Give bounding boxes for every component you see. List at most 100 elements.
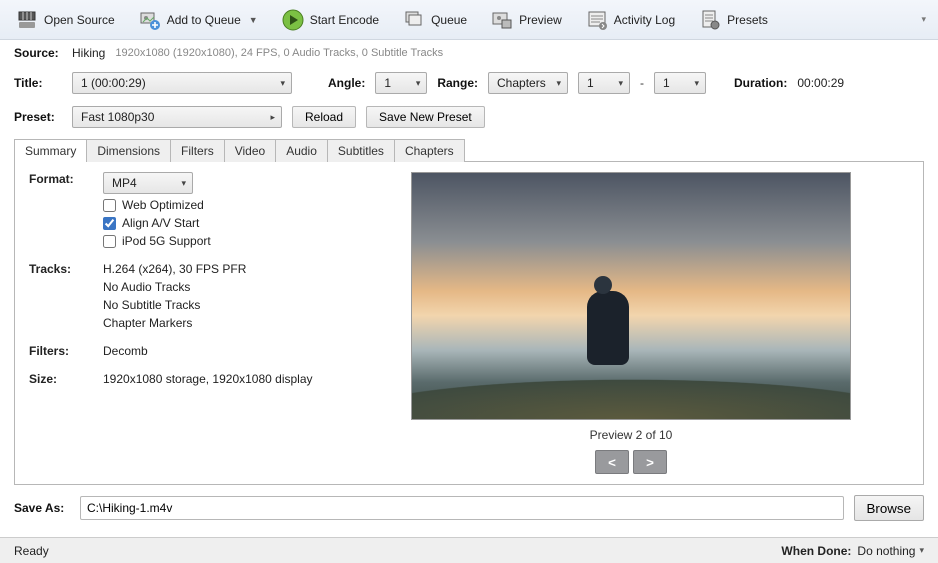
summary-pane: Format: MP4 Web Optimized Align A/V Star… [14,162,924,485]
browse-button[interactable]: Browse [854,495,924,521]
open-source-button[interactable]: Open Source [6,4,125,36]
source-name: Hiking [72,46,105,60]
range-to-value: 1 [663,76,670,90]
presets-icon [699,9,721,31]
tracks-field: Tracks: H.264 (x264), 30 FPS PFR No Audi… [29,262,329,330]
web-optimized-checkbox[interactable] [103,199,116,212]
align-av-checkbox[interactable] [103,217,116,230]
preset-value: Fast 1080p30 [81,110,154,124]
queue-button[interactable]: Queue [393,4,477,36]
range-from-select[interactable]: 1 [578,72,630,94]
start-encode-button[interactable]: Start Encode [272,4,389,36]
tab-dimensions[interactable]: Dimensions [87,139,171,162]
range-from-value: 1 [587,76,594,90]
preset-row: Preset: Fast 1080p30 Reload Save New Pre… [0,100,938,134]
range-dash: - [640,76,644,90]
tracks-label: Tracks: [29,262,85,276]
title-select[interactable]: 1 (00:00:29) [72,72,292,94]
main-toolbar: Open Source Add to Queue ▼ Start Encode … [0,0,938,40]
duration-label: Duration: [734,76,787,90]
size-field: Size: 1920x1080 storage, 1920x1080 displ… [29,372,329,386]
source-label: Source: [14,46,62,60]
dropdown-caret-icon: ▼ [249,15,258,25]
tab-subtitles[interactable]: Subtitles [328,139,395,162]
size-value: 1920x1080 storage, 1920x1080 display [103,372,329,386]
preview-image [411,172,851,420]
title-label: Title: [14,76,62,90]
activity-log-label: Activity Log [614,13,675,27]
tab-video[interactable]: Video [225,139,276,162]
ipod-checkbox[interactable] [103,235,116,248]
range-type-select[interactable]: Chapters [488,72,568,94]
preview-icon [491,9,513,31]
queue-add-icon [139,9,161,31]
reload-button[interactable]: Reload [292,106,356,128]
preview-button[interactable]: Preview [481,4,572,36]
tab-filters[interactable]: Filters [171,139,225,162]
open-source-label: Open Source [44,13,115,27]
filters-field: Filters: Decomb [29,344,329,358]
tab-summary[interactable]: Summary [14,139,87,162]
start-encode-label: Start Encode [310,13,379,27]
activity-log-button[interactable]: Activity Log [576,4,685,36]
filters-value: Decomb [103,344,329,358]
save-as-input[interactable] [80,496,844,520]
angle-select[interactable]: 1 [375,72,427,94]
format-field: Format: MP4 Web Optimized Align A/V Star… [29,172,329,248]
tracks-audio: No Audio Tracks [103,280,329,294]
format-select[interactable]: MP4 [103,172,193,194]
summary-right: Preview 2 of 10 < > [353,172,909,474]
range-type-value: Chapters [497,76,546,90]
tracks-video: H.264 (x264), 30 FPS PFR [103,262,329,276]
presets-button[interactable]: Presets [689,4,778,36]
tab-chapters[interactable]: Chapters [395,139,465,162]
format-value: MP4 [112,176,137,190]
source-info: 1920x1080 (1920x1080), 24 FPS, 0 Audio T… [115,47,443,59]
queue-icon [403,9,425,31]
ipod-row[interactable]: iPod 5G Support [103,234,329,248]
presets-label: Presets [727,13,768,27]
film-icon [16,9,38,31]
add-to-queue-label: Add to Queue [167,13,241,27]
when-done-select[interactable]: Do nothing [857,544,924,558]
format-label: Format: [29,172,85,186]
tab-audio[interactable]: Audio [276,139,328,162]
toolbar-overflow-button[interactable]: ▾ [915,14,932,25]
align-av-row[interactable]: Align A/V Start [103,216,329,230]
save-as-row: Save As: Browse [0,491,938,529]
preview-label: Preview [519,13,562,27]
preview-next-button[interactable]: > [633,450,667,474]
angle-value: 1 [384,76,391,90]
range-label: Range: [437,76,478,90]
tracks-chap: Chapter Markers [103,316,329,330]
preset-label: Preset: [14,110,62,124]
status-text: Ready [14,544,49,558]
range-to-select[interactable]: 1 [654,72,706,94]
title-row: Title: 1 (00:00:29) Angle: 1 Range: Chap… [0,66,938,100]
save-as-label: Save As: [14,501,70,515]
play-icon [282,9,304,31]
web-optimized-row[interactable]: Web Optimized [103,198,329,212]
add-to-queue-button[interactable]: Add to Queue ▼ [129,4,268,36]
log-icon [586,9,608,31]
duration-value: 00:00:29 [797,76,844,90]
size-label: Size: [29,372,85,386]
ipod-label: iPod 5G Support [122,234,211,248]
queue-label: Queue [431,13,467,27]
preset-select[interactable]: Fast 1080p30 [72,106,282,128]
tabstrip: Summary Dimensions Filters Video Audio S… [14,138,924,162]
filters-label: Filters: [29,344,85,358]
status-bar: Ready When Done: Do nothing [0,537,938,563]
when-done-value: Do nothing [857,544,915,558]
preview-counter: Preview 2 of 10 [590,428,673,442]
summary-left: Format: MP4 Web Optimized Align A/V Star… [29,172,329,474]
save-new-preset-button[interactable]: Save New Preset [366,106,485,128]
web-optimized-label: Web Optimized [122,198,204,212]
preview-nav: < > [595,450,667,474]
tracks-sub: No Subtitle Tracks [103,298,329,312]
align-av-label: Align A/V Start [122,216,199,230]
when-done-label: When Done: [781,544,851,558]
preview-prev-button[interactable]: < [595,450,629,474]
angle-label: Angle: [328,76,365,90]
source-row: Source: Hiking 1920x1080 (1920x1080), 24… [0,40,938,66]
